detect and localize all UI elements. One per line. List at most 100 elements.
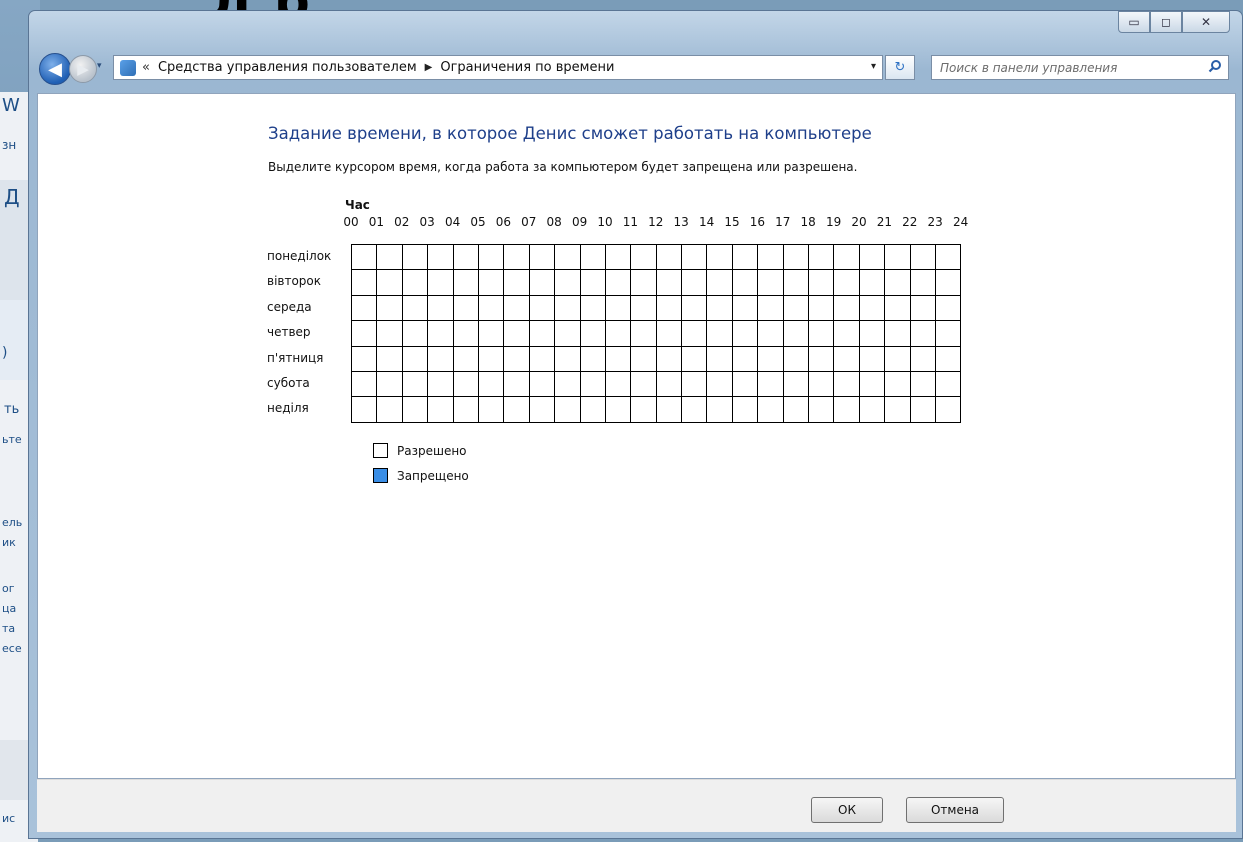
time-slot-cell[interactable] — [477, 370, 505, 398]
time-slot-cell[interactable] — [503, 345, 530, 372]
time-slot-cell[interactable] — [655, 345, 683, 372]
time-slot-cell[interactable] — [782, 370, 810, 398]
time-slot-cell[interactable] — [579, 320, 606, 347]
time-slot-cell[interactable] — [503, 320, 530, 347]
time-slot-cell[interactable] — [604, 269, 632, 296]
time-slot-cell[interactable] — [427, 243, 454, 271]
time-slot-cell[interactable] — [427, 370, 454, 398]
time-slot-cell[interactable] — [884, 345, 911, 372]
time-slot-cell[interactable] — [808, 345, 835, 372]
time-slot-cell[interactable] — [452, 320, 479, 347]
time-slot-cell[interactable] — [884, 396, 911, 423]
breadcrumb-overflow-icon[interactable]: « — [142, 60, 150, 75]
time-slot-cell[interactable] — [808, 243, 835, 271]
time-slot-cell[interactable] — [706, 269, 733, 296]
time-slot-cell[interactable] — [579, 294, 606, 322]
time-slot-cell[interactable] — [909, 396, 936, 423]
time-slot-cell[interactable] — [909, 269, 936, 296]
time-slot-cell[interactable] — [477, 320, 505, 347]
time-slot-cell[interactable] — [427, 396, 454, 423]
time-slot-cell[interactable] — [706, 320, 733, 347]
time-slot-cell[interactable] — [503, 243, 530, 271]
time-slot-cell[interactable] — [630, 294, 657, 322]
time-slot-cell[interactable] — [833, 269, 860, 296]
time-slot-cell[interactable] — [934, 294, 962, 322]
time-slot-cell[interactable] — [808, 370, 835, 398]
time-slot-cell[interactable] — [579, 269, 606, 296]
time-slot-cell[interactable] — [833, 370, 860, 398]
time-slot-cell[interactable] — [630, 370, 657, 398]
time-slot-cell[interactable] — [376, 269, 403, 296]
time-slot-cell[interactable] — [884, 294, 911, 322]
time-slot-cell[interactable] — [604, 396, 632, 423]
time-slot-cell[interactable] — [477, 243, 505, 271]
time-slot-cell[interactable] — [528, 320, 556, 347]
search-box[interactable] — [931, 55, 1229, 80]
time-slot-cell[interactable] — [427, 294, 454, 322]
time-slot-cell[interactable] — [477, 345, 505, 372]
time-slot-cell[interactable] — [376, 396, 403, 423]
time-slot-cell[interactable] — [858, 370, 886, 398]
time-slot-cell[interactable] — [528, 345, 556, 372]
time-slot-cell[interactable] — [655, 269, 683, 296]
recent-pages-dropdown-icon[interactable]: ▾ — [97, 61, 102, 71]
time-slot-cell[interactable] — [909, 370, 936, 398]
ok-button[interactable]: ОК — [811, 797, 883, 823]
time-slot-cell[interactable] — [731, 294, 759, 322]
time-slot-cell[interactable] — [731, 370, 759, 398]
time-slot-cell[interactable] — [350, 345, 378, 372]
time-slot-cell[interactable] — [503, 370, 530, 398]
time-slot-cell[interactable] — [427, 320, 454, 347]
time-slot-cell[interactable] — [477, 269, 505, 296]
time-slot-cell[interactable] — [909, 294, 936, 322]
time-slot-cell[interactable] — [503, 294, 530, 322]
time-slot-cell[interactable] — [808, 396, 835, 423]
time-slot-cell[interactable] — [934, 345, 962, 372]
time-slot-cell[interactable] — [757, 345, 784, 372]
time-slot-cell[interactable] — [427, 345, 454, 372]
time-slot-cell[interactable] — [452, 269, 479, 296]
time-slot-cell[interactable] — [376, 294, 403, 322]
time-slot-cell[interactable] — [630, 345, 657, 372]
time-slot-cell[interactable] — [731, 243, 759, 271]
time-slot-cell[interactable] — [884, 243, 911, 271]
time-slot-cell[interactable] — [579, 370, 606, 398]
refresh-button[interactable]: ↻ — [885, 55, 915, 80]
time-slot-cell[interactable] — [934, 320, 962, 347]
time-slot-cell[interactable] — [909, 345, 936, 372]
time-slot-cell[interactable] — [858, 396, 886, 423]
time-slot-cell[interactable] — [554, 320, 581, 347]
time-slot-cell[interactable] — [833, 294, 860, 322]
time-slot-cell[interactable] — [350, 269, 378, 296]
time-slot-cell[interactable] — [630, 320, 657, 347]
time-slot-cell[interactable] — [350, 320, 378, 347]
address-bar[interactable]: « Средства управления пользователем ▶ Ог… — [113, 55, 883, 80]
time-slot-cell[interactable] — [681, 294, 708, 322]
time-slot-cell[interactable] — [604, 320, 632, 347]
time-slot-cell[interactable] — [782, 269, 810, 296]
time-grid[interactable] — [350, 243, 962, 423]
time-slot-cell[interactable] — [630, 396, 657, 423]
time-slot-cell[interactable] — [884, 269, 911, 296]
time-slot-cell[interactable] — [655, 396, 683, 423]
time-slot-cell[interactable] — [554, 243, 581, 271]
forward-button[interactable]: ▶ — [69, 55, 97, 83]
time-slot-cell[interactable] — [731, 345, 759, 372]
time-slot-cell[interactable] — [528, 370, 556, 398]
time-slot-cell[interactable] — [401, 345, 429, 372]
time-slot-cell[interactable] — [604, 294, 632, 322]
time-slot-cell[interactable] — [401, 294, 429, 322]
time-slot-cell[interactable] — [808, 269, 835, 296]
time-slot-cell[interactable] — [757, 269, 784, 296]
breadcrumb-item-user-controls[interactable]: Средства управления пользователем — [158, 60, 417, 75]
time-slot-cell[interactable] — [681, 370, 708, 398]
time-slot-cell[interactable] — [655, 370, 683, 398]
maximize-button[interactable]: ◻ — [1150, 11, 1182, 33]
search-input[interactable] — [938, 56, 1202, 79]
time-slot-cell[interactable] — [884, 370, 911, 398]
time-slot-cell[interactable] — [503, 396, 530, 423]
time-slot-cell[interactable] — [934, 396, 962, 423]
time-slot-cell[interactable] — [934, 243, 962, 271]
time-slot-cell[interactable] — [579, 243, 606, 271]
time-slot-cell[interactable] — [757, 294, 784, 322]
